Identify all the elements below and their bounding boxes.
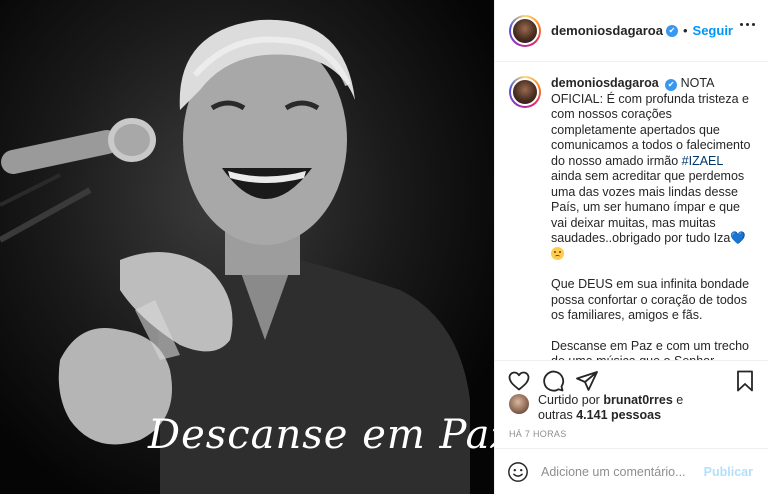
caption-paragraph-2: Que DEUS em sua infinita bondade possa c… xyxy=(551,277,750,322)
caption-verified-icon: ✔ xyxy=(665,79,678,91)
profile-avatar[interactable] xyxy=(509,14,541,47)
caption-area[interactable]: demoniosdagaroa ✔ NOTA OFICIAL: É com pr… xyxy=(495,62,768,360)
more-options-icon[interactable] xyxy=(740,23,755,26)
likes-text: Curtido por brunat0rres e outras 4.141 p… xyxy=(538,393,683,423)
photo-caption-text: Descanse em Paz... xyxy=(148,412,494,458)
share-icon[interactable] xyxy=(575,369,599,393)
header-username[interactable]: demoniosdagaroa xyxy=(551,23,663,38)
sad-face-icon xyxy=(551,246,564,260)
caption-body: demoniosdagaroa ✔ NOTA OFICIAL: É com pr… xyxy=(551,76,753,360)
caption-text-1b: ainda sem acreditar que perdemos uma das… xyxy=(551,169,745,245)
liked-by-prefix: Curtido por xyxy=(538,393,600,407)
likes-summary: Curtido por brunat0rres e outras 4.141 p… xyxy=(509,393,759,423)
verified-badge-icon: ✔ xyxy=(665,24,678,37)
hashtag-link[interactable]: #IZAEL xyxy=(682,154,723,168)
liker-avatar[interactable] xyxy=(509,394,529,414)
caption-username[interactable]: demoniosdagaroa xyxy=(551,76,659,90)
microphone-grille xyxy=(114,124,150,156)
liked-by-mid: e xyxy=(676,393,684,407)
comment-icon[interactable] xyxy=(541,369,565,393)
header-separator: • xyxy=(682,23,688,38)
likes-count[interactable]: 4.141 pessoas xyxy=(576,408,661,422)
bookmark-icon[interactable] xyxy=(733,369,757,393)
liked-by-others-prefix: outras xyxy=(538,408,573,422)
caption-paragraph-3: Descanse em Paz e com um trecho de uma m… xyxy=(551,338,749,361)
caption-avatar[interactable] xyxy=(509,76,541,108)
post-header: demoniosdagaroa ✔ • Seguir xyxy=(495,0,768,62)
heart-icon[interactable] xyxy=(507,369,531,393)
post-side-panel: demoniosdagaroa ✔ • Seguir demoniosdagar… xyxy=(494,0,768,494)
comment-bar: Publicar xyxy=(495,448,768,494)
microphone-body xyxy=(1,130,119,174)
liker-username[interactable]: brunat0rres xyxy=(603,393,672,407)
action-bar xyxy=(495,360,768,394)
post-photo[interactable]: Descanse em Paz... xyxy=(0,0,494,494)
caption-paragraph-1: demoniosdagaroa ✔ NOTA OFICIAL: É com pr… xyxy=(551,76,753,262)
blue-heart-icon: 💙 xyxy=(730,231,746,245)
follow-button[interactable]: Seguir xyxy=(693,23,733,38)
post-timestamp[interactable]: HÁ 7 HORAS xyxy=(509,429,567,439)
emoji-icon[interactable] xyxy=(507,461,529,483)
mic-stand-bar-2 xyxy=(0,173,61,207)
publish-button[interactable]: Publicar xyxy=(704,465,753,479)
comment-input[interactable] xyxy=(541,464,701,479)
